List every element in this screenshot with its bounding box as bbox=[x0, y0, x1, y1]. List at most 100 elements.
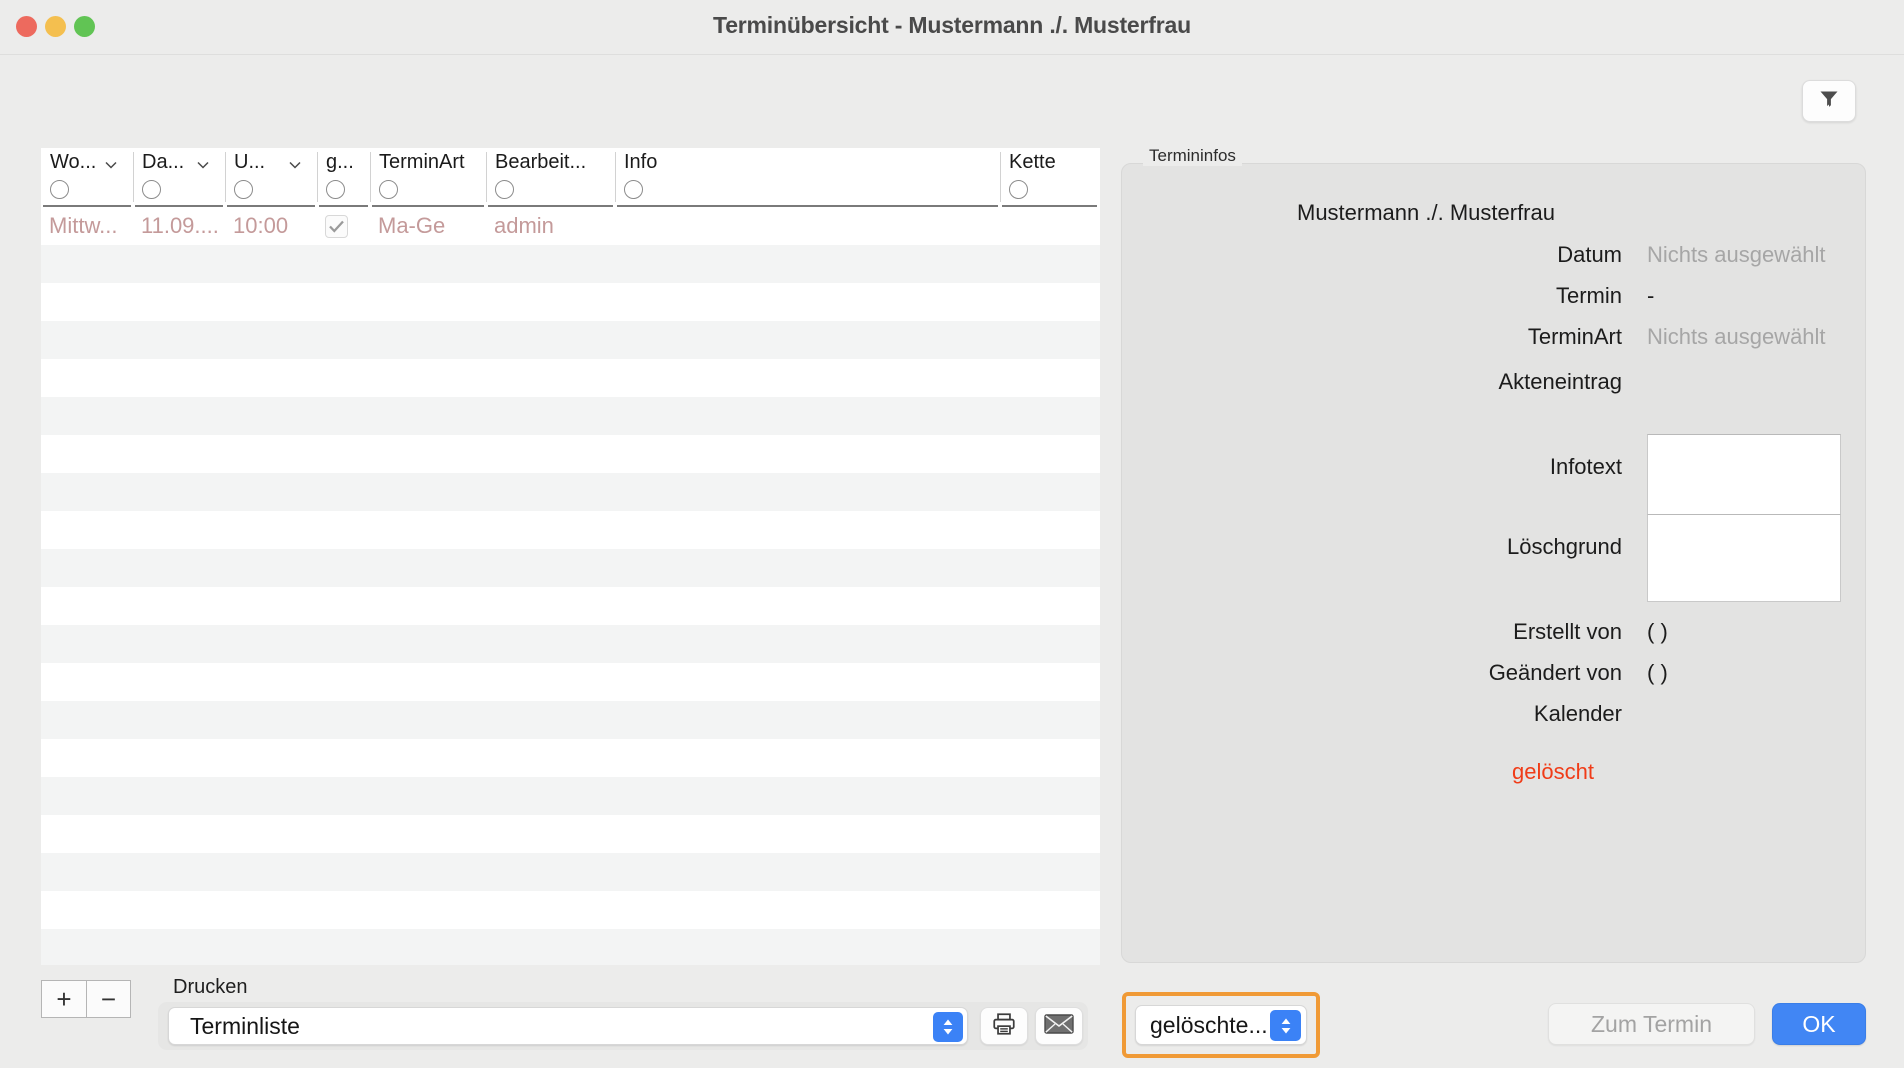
add-row-button[interactable]: + bbox=[41, 980, 86, 1018]
column-filter-toggle[interactable] bbox=[326, 180, 345, 199]
table-cell: Ma-Ge bbox=[378, 213, 446, 238]
column-separator[interactable] bbox=[1000, 152, 1001, 202]
table-body[interactable]: Mittw... 11.09.... 10:00 Ma-Ge admin bbox=[41, 207, 1100, 965]
table-row[interactable] bbox=[41, 777, 1100, 815]
chevron-down-icon[interactable] bbox=[103, 157, 117, 171]
ok-button[interactable]: OK bbox=[1772, 1003, 1866, 1045]
table-row[interactable] bbox=[41, 359, 1100, 397]
panel-heading: Mustermann ./. Musterfrau bbox=[1297, 200, 1555, 225]
dialog-window: Terminübersicht - Mustermann ./. Musterf… bbox=[0, 0, 1904, 1068]
field-label: Infotext bbox=[1549, 454, 1622, 479]
field-label: Datum bbox=[1557, 242, 1622, 267]
column-separator[interactable] bbox=[133, 152, 134, 202]
column-header[interactable]: Kette bbox=[1000, 148, 1099, 207]
row-checkbox[interactable] bbox=[325, 215, 348, 238]
remove-row-button[interactable]: − bbox=[86, 980, 131, 1018]
chevron-down-icon[interactable] bbox=[195, 157, 209, 171]
column-header-label: TerminArt bbox=[379, 151, 465, 173]
chevron-down-icon[interactable] bbox=[287, 157, 301, 171]
drucken-label: Drucken bbox=[173, 976, 248, 998]
table-row[interactable] bbox=[41, 511, 1100, 549]
add-remove-group[interactable]: + − bbox=[41, 980, 131, 1018]
print-button[interactable] bbox=[980, 1007, 1028, 1045]
column-header-label: Da... bbox=[142, 151, 185, 173]
column-header-label: Wo... bbox=[50, 151, 97, 173]
column-filter-toggle[interactable] bbox=[50, 180, 69, 199]
table-row[interactable] bbox=[41, 435, 1100, 473]
column-header[interactable]: g... bbox=[317, 148, 370, 207]
table-row[interactable] bbox=[41, 663, 1100, 701]
field-value: Nichts ausgewählt bbox=[1647, 324, 1826, 349]
column-header[interactable]: Da... bbox=[133, 148, 225, 207]
column-header-label: Bearbeit... bbox=[495, 151, 587, 173]
email-button[interactable] bbox=[1035, 1007, 1083, 1045]
column-header-label: U... bbox=[234, 151, 266, 173]
print-template-select[interactable]: Terminliste bbox=[168, 1007, 968, 1045]
deleted-filter-stepper[interactable] bbox=[1270, 1010, 1301, 1041]
print-group: Terminliste bbox=[158, 1002, 1088, 1050]
field-value: - bbox=[1647, 283, 1655, 308]
table-row[interactable] bbox=[41, 473, 1100, 511]
table-row[interactable] bbox=[41, 929, 1100, 965]
column-separator[interactable] bbox=[225, 152, 226, 202]
table-row[interactable] bbox=[41, 549, 1100, 587]
column-separator[interactable] bbox=[370, 152, 371, 202]
field-label: Akteneintrag bbox=[1498, 369, 1622, 394]
field-label: Geändert von bbox=[1488, 660, 1622, 685]
table-row[interactable] bbox=[41, 739, 1100, 777]
column-header-label: g... bbox=[326, 151, 354, 173]
status-badge: gelöscht bbox=[1512, 759, 1594, 784]
appointments-table[interactable]: Wo... Da... U... g... TerminArt Bearbeit... In… bbox=[41, 148, 1100, 965]
table-row[interactable] bbox=[41, 891, 1100, 929]
deleted-filter-select[interactable]: gelöschte... bbox=[1135, 1005, 1307, 1045]
table-cell: 11.09.... bbox=[141, 213, 219, 238]
column-header[interactable]: Info bbox=[615, 148, 1000, 207]
appointment-info-panel: Mustermann ./. Musterfrau Datum Nichts au… bbox=[1121, 163, 1866, 963]
field-label: Termin bbox=[1555, 283, 1622, 308]
column-header-label: Kette bbox=[1009, 151, 1056, 173]
table-row[interactable] bbox=[41, 397, 1100, 435]
title-bar: Terminübersicht - Mustermann ./. Musterf… bbox=[0, 0, 1904, 55]
table-row[interactable] bbox=[41, 625, 1100, 663]
panel-caption: Termininfos bbox=[1143, 146, 1242, 166]
column-filter-toggle[interactable] bbox=[379, 180, 398, 199]
table-row[interactable] bbox=[41, 587, 1100, 625]
column-filter-toggle[interactable] bbox=[624, 180, 643, 199]
column-filter-toggle[interactable] bbox=[495, 180, 514, 199]
column-separator[interactable] bbox=[317, 152, 318, 202]
table-row[interactable] bbox=[41, 701, 1100, 739]
column-header[interactable]: TerminArt bbox=[370, 148, 486, 207]
column-filter-toggle[interactable] bbox=[142, 180, 161, 199]
table-row[interactable] bbox=[41, 853, 1100, 891]
table-row[interactable] bbox=[41, 245, 1100, 283]
column-separator[interactable] bbox=[486, 152, 487, 202]
column-filter-toggle[interactable] bbox=[1009, 180, 1028, 199]
print-template-value: Terminliste bbox=[190, 1013, 300, 1039]
column-header[interactable]: Bearbeit... bbox=[486, 148, 615, 207]
table-cell: 10:00 bbox=[233, 213, 289, 238]
table-cell: Mittw... bbox=[49, 213, 118, 238]
table-row[interactable] bbox=[41, 283, 1100, 321]
printer-icon bbox=[991, 1011, 1017, 1042]
print-template-stepper[interactable] bbox=[933, 1012, 963, 1042]
field-value: ( ) bbox=[1647, 660, 1668, 685]
field-label: Erstellt von bbox=[1513, 619, 1622, 644]
column-separator[interactable] bbox=[615, 152, 616, 202]
column-header[interactable]: U... bbox=[225, 148, 317, 207]
column-filter-toggle[interactable] bbox=[234, 180, 253, 199]
field-value: Nichts ausgewählt bbox=[1647, 242, 1826, 267]
table-row[interactable] bbox=[41, 815, 1100, 853]
field-label: Löschgrund bbox=[1507, 534, 1622, 559]
table-row[interactable] bbox=[41, 321, 1100, 359]
field-value: ( ) bbox=[1647, 619, 1668, 644]
zum-termin-button[interactable]: Zum Termin bbox=[1548, 1003, 1755, 1045]
field-textarea[interactable] bbox=[1647, 514, 1841, 602]
column-header[interactable]: Wo... bbox=[41, 148, 133, 207]
deleted-filter-value: gelöschte... bbox=[1150, 1012, 1268, 1038]
table-row[interactable]: Mittw... 11.09.... 10:00 Ma-Ge admin bbox=[41, 207, 1100, 245]
filter-button[interactable] bbox=[1802, 80, 1856, 122]
field-textarea[interactable] bbox=[1647, 434, 1841, 522]
field-label: Kalender bbox=[1533, 701, 1622, 726]
window-title: Terminübersicht - Mustermann ./. Musterf… bbox=[713, 12, 1191, 38]
field-label: TerminArt bbox=[1527, 324, 1622, 349]
